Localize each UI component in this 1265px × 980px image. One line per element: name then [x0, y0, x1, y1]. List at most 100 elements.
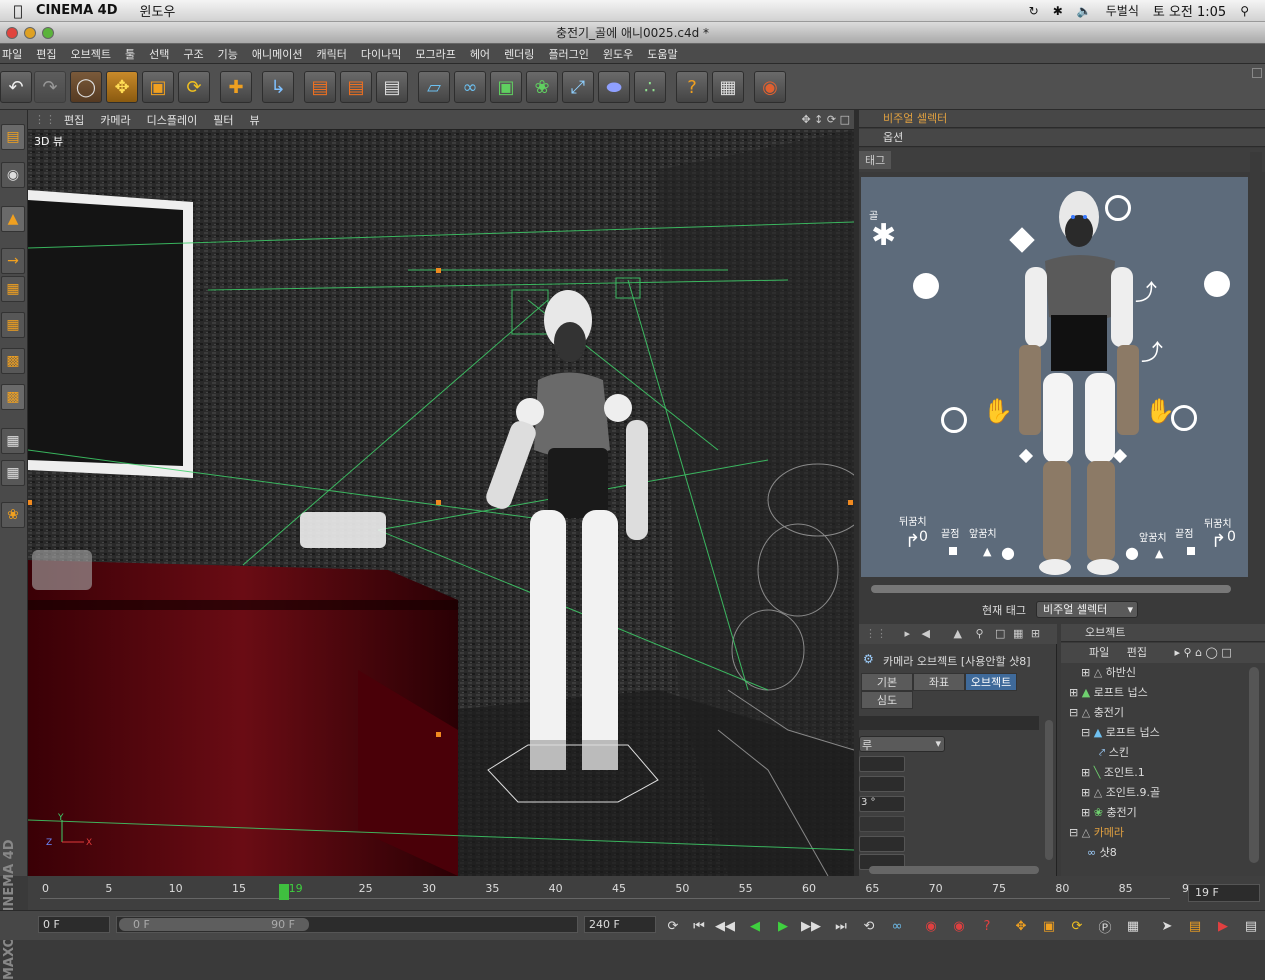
key-position-icon[interactable]: ✥	[1010, 915, 1032, 937]
toe-left-square-handle[interactable]	[949, 547, 957, 555]
undo-icon[interactable]: ↶	[0, 71, 32, 103]
volume-icon[interactable]: 🔈	[1077, 4, 1092, 18]
polygons-mode-icon[interactable]: ▦	[1, 276, 25, 302]
autokey-icon[interactable]: ◉	[948, 915, 970, 937]
heel-right-rotate-icon[interactable]: ↱	[1211, 531, 1226, 552]
record-key-icon[interactable]: ◉	[920, 915, 942, 937]
lock-icon[interactable]: □	[995, 627, 1005, 640]
array-icon[interactable]: ❀	[526, 71, 558, 103]
key-pla-icon[interactable]: ▦	[1122, 915, 1144, 937]
hscroll-thumb[interactable]	[871, 585, 1231, 593]
window-menu[interactable]: 윈도우	[140, 1, 176, 20]
key-parameter-icon[interactable]: Ⓟ	[1094, 915, 1116, 937]
minimize-window-button[interactable]	[24, 27, 36, 39]
heel-left-rotate-icon[interactable]: ↱	[905, 531, 920, 552]
settings-icon[interactable]: ▦	[1013, 627, 1023, 640]
tag-tab[interactable]: 태그	[859, 151, 892, 169]
start-frame-field[interactable]: 0 F	[38, 916, 110, 933]
loop-icon[interactable]: ⟳	[662, 915, 684, 937]
attribute-field-angle[interactable]: 3 °	[859, 796, 905, 812]
world-coordinates-icon[interactable]: ↳	[262, 71, 294, 103]
sync-icon[interactable]: ↻	[1029, 4, 1039, 18]
spline-icon[interactable]: ∞	[454, 71, 486, 103]
viewport-menu-view[interactable]: 뷰	[249, 112, 259, 128]
tree-row-loft-nurbs-2[interactable]: ⊟ ▲ 로프트 넙스	[1069, 723, 1249, 743]
right-hand-ring-handle[interactable]	[1171, 405, 1197, 431]
tab-coordinates[interactable]: 좌표	[913, 673, 965, 691]
attribute-field-3[interactable]	[859, 816, 905, 832]
menu-render[interactable]: 렌더링	[497, 46, 541, 62]
menu-object[interactable]: 오브젝트	[64, 46, 118, 62]
axis-icon[interactable]: ✚	[220, 71, 252, 103]
menu-animation[interactable]: 애니메이션	[245, 46, 310, 62]
render-view-icon[interactable]: ▤	[304, 71, 336, 103]
menu-file[interactable]: 파일	[0, 46, 29, 62]
render-settings-icon[interactable]: ▤	[376, 71, 408, 103]
toe-right-square-handle[interactable]	[1187, 547, 1195, 555]
tree-row-charger-2[interactable]: ⊞ ❀ 충전기	[1069, 803, 1249, 823]
arrow-right-icon[interactable]: ▸	[905, 627, 911, 640]
tree-row-lower-body[interactable]: ⊞ △ 하반신	[1069, 663, 1249, 683]
key-scale-icon[interactable]: ▣	[1038, 915, 1060, 937]
attribute-field-4[interactable]	[859, 836, 905, 852]
app-name-menu[interactable]: CINEMA 4D	[36, 3, 118, 18]
attributes-hscroll[interactable]	[869, 866, 1039, 874]
layout-help-icon[interactable]: ▦	[712, 71, 744, 103]
arrow-up-icon-2[interactable]: ⤴	[1141, 335, 1163, 367]
tree-row-charger[interactable]: ⊟ △ 충전기	[1069, 703, 1249, 723]
current-frame-field[interactable]: 19 F	[1188, 884, 1260, 902]
attributes-vscroll[interactable]	[1045, 720, 1053, 860]
axis-mode-icon[interactable]: ▩	[1, 348, 25, 374]
edges-mode-icon[interactable]: →	[1, 248, 25, 274]
new-panel-icon[interactable]: ⊞	[1031, 627, 1040, 640]
menu-plugins[interactable]: 플러그인	[541, 46, 595, 62]
left-foot-icon[interactable]: ●	[1001, 543, 1015, 562]
layout-icon[interactable]: ◉	[754, 71, 786, 103]
menu-dynamics[interactable]: 다이나믹	[354, 46, 408, 62]
scheme-icon[interactable]: ▤	[1184, 915, 1206, 937]
menu-tools[interactable]: 툴	[118, 46, 142, 62]
object-tree-vscroll[interactable]	[1249, 667, 1259, 863]
right-shoulder-handle[interactable]	[1204, 271, 1230, 297]
tree-row-joint-1[interactable]: ⊞ ╲ 조인트.1	[1069, 763, 1249, 783]
workplane-icon[interactable]: ▦	[1, 312, 25, 338]
right-hand-icon[interactable]: ✋	[1145, 397, 1175, 425]
viewport-3d[interactable]: Y X Z 3D 뷰	[28, 130, 854, 876]
tree-row-loft-nurbs[interactable]: ⊞ ▲ 로프트 넙스	[1069, 683, 1249, 703]
up-icon[interactable]: ▲	[954, 627, 962, 640]
menu-hair[interactable]: 헤어	[463, 46, 497, 62]
timeline[interactable]: 051015192530354045505560657075808590 19 …	[28, 876, 1265, 912]
tab-basic[interactable]: 기본	[861, 673, 913, 691]
projection-dropdown[interactable]: 루 ▾	[859, 736, 945, 752]
visual-selector-canvas[interactable]: 골 ✱ ⤴ ⤴ ✋ ✋ 뒤꿈치 끝점 앞꿈치 앞꿈치 끝점 뒤꿈치 ↱ 0 ▲ …	[861, 177, 1248, 577]
sculpt-icon[interactable]: ❀	[1, 502, 25, 528]
go-to-start-icon[interactable]: ⏮	[688, 915, 710, 937]
asterisk-icon[interactable]: ✱	[871, 221, 896, 251]
redo-icon[interactable]: ↷	[34, 71, 66, 103]
left-hand-icon[interactable]: ✋	[983, 397, 1013, 425]
ball-right-triangle-handle[interactable]: ▲	[1155, 547, 1163, 560]
render-active-icon[interactable]: ▶	[1212, 915, 1234, 937]
viewport-menu-filter[interactable]: 필터	[213, 112, 233, 128]
ball-left-triangle-handle[interactable]: ▲	[983, 545, 991, 558]
bluetooth-icon[interactable]: ✱	[1053, 4, 1063, 18]
tree-row-skin[interactable]: ⤤ 스킨	[1069, 743, 1249, 763]
menu-select[interactable]: 선택	[142, 46, 176, 62]
keyframe-help-icon[interactable]: ?	[976, 915, 998, 937]
render-picture-viewer-icon[interactable]: ▤	[340, 71, 372, 103]
clock[interactable]: 토 오전 1:05	[1153, 1, 1226, 20]
menu-structure[interactable]: 구조	[176, 46, 210, 62]
model-mode-icon[interactable]: ▤	[1, 124, 25, 150]
repeat-icon[interactable]: ⟲	[858, 915, 880, 937]
viewport-menu-camera[interactable]: 카메라	[100, 112, 130, 128]
motion-system-icon[interactable]: ➤	[1156, 915, 1178, 937]
om-nav-icons[interactable]: ▸ ⚲ ⌂ ◯ □	[1175, 646, 1232, 659]
left-shoulder-handle[interactable]	[913, 273, 939, 299]
tab-depth[interactable]: 심도	[861, 691, 913, 709]
current-frame-marker[interactable]	[278, 884, 289, 900]
key-rotation-icon[interactable]: ⟳	[1066, 915, 1088, 937]
next-key-icon[interactable]: ▶▶	[800, 915, 822, 937]
menu-edit[interactable]: 편집	[29, 46, 63, 62]
rotate-icon[interactable]: ⟳	[178, 71, 210, 103]
right-foot-icon[interactable]: ●	[1125, 543, 1139, 562]
